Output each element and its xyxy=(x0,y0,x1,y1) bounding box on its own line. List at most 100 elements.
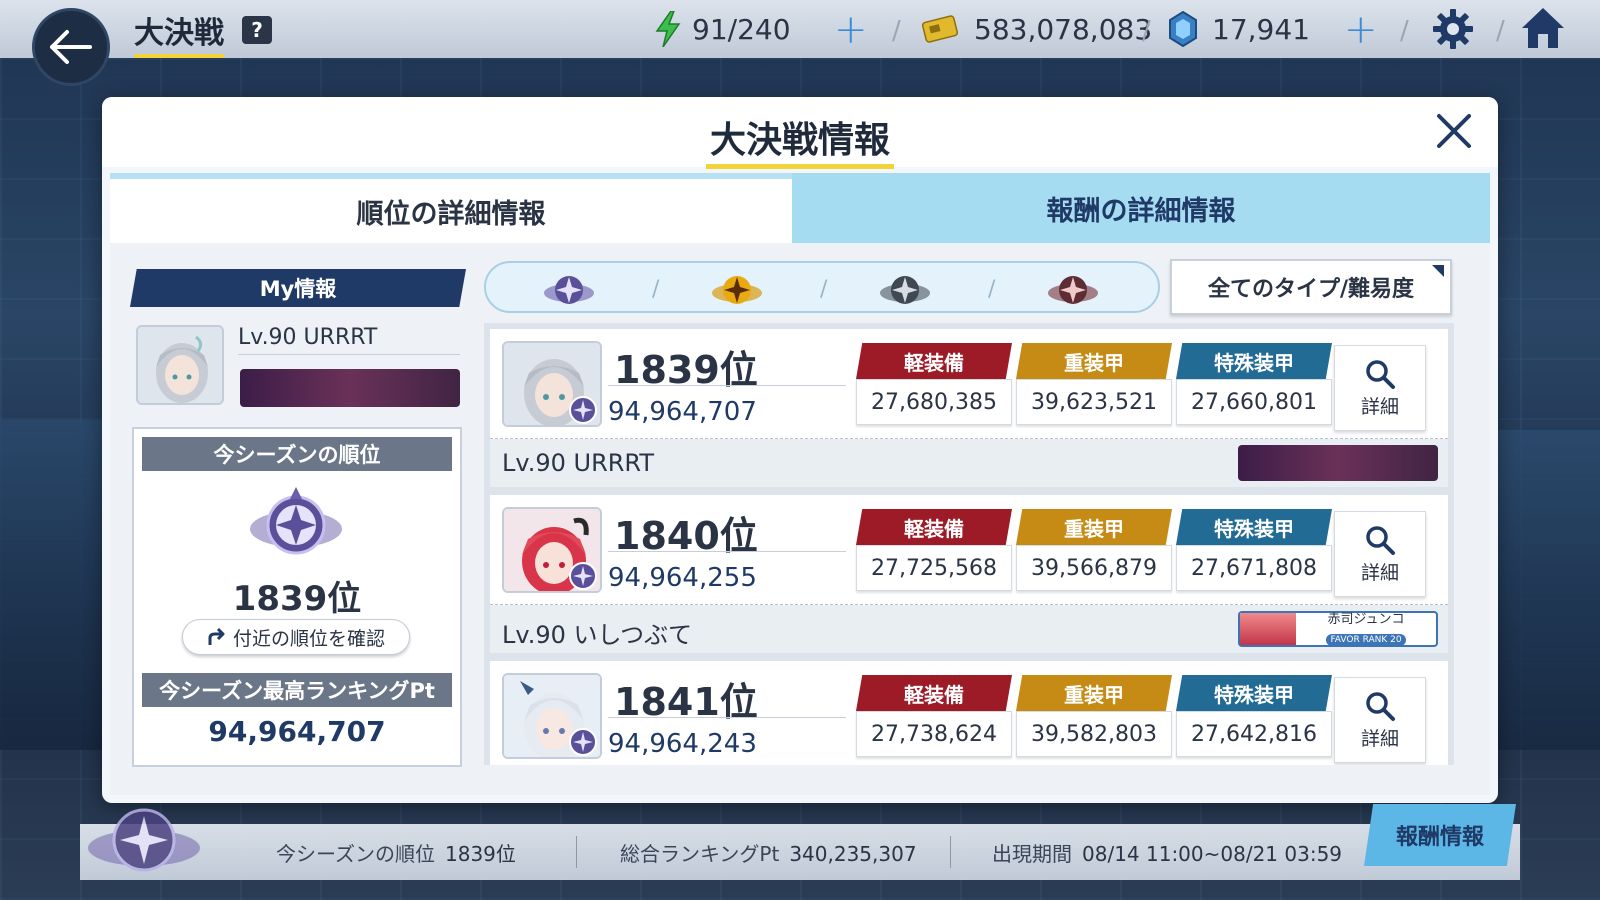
heavy-armor-score: 重装甲 39,582,803 xyxy=(1016,675,1172,757)
heavy-armor-tag: 重装甲 xyxy=(1016,343,1172,379)
ranking-row: 1841位 94,964,243 軽装備 27,738,624 重装甲 39,5… xyxy=(490,661,1448,765)
detail-button[interactable]: 詳細 xyxy=(1334,345,1426,431)
heavy-armor-value: 39,623,521 xyxy=(1016,379,1172,425)
rank-emblem-icon xyxy=(250,487,342,555)
ranking-card: 1839位 94,964,707 軽装備 27,680,385 重装甲 39,6… xyxy=(490,329,1448,439)
heavy-armor-value: 39,566,879 xyxy=(1016,545,1172,591)
heavy-armor-value: 39,582,803 xyxy=(1016,711,1172,757)
student-portrait-icon xyxy=(138,327,222,403)
dropdown-corner-icon xyxy=(1432,265,1444,277)
special-armor-score: 特殊装甲 27,642,816 xyxy=(1176,675,1332,757)
modal-tabs: 順位の詳細情報 報酬の詳細情報 xyxy=(110,173,1490,243)
heavy-armor-score: 重装甲 39,566,879 xyxy=(1016,509,1172,591)
home-button[interactable] xyxy=(1520,6,1566,54)
difficulty-filter-gray-icon[interactable] xyxy=(878,269,932,309)
ranking-player-name: Lv.90 URRRT xyxy=(502,449,655,477)
credits-resource: 583,078,083 xyxy=(922,12,1152,46)
back-button[interactable] xyxy=(32,8,110,86)
special-armor-value: 27,671,808 xyxy=(1176,545,1332,591)
divider xyxy=(608,717,846,718)
ranking-card: 1840位 94,964,255 軽装備 27,725,568 重装甲 39,5… xyxy=(490,495,1448,605)
ranking-list[interactable]: 1839位 94,964,707 軽装備 27,680,385 重装甲 39,6… xyxy=(484,323,1454,765)
detail-label: 詳細 xyxy=(1360,727,1399,750)
add-gems-button[interactable]: + xyxy=(1344,10,1378,50)
tab-rank-details[interactable]: 順位の詳細情報 xyxy=(110,173,792,243)
bottom-total-pt: 総合ランキングPt 340,235,307 xyxy=(620,842,917,866)
best-pt-label: 今シーズン最高ランキングPt xyxy=(142,673,452,707)
raid-info-modal: 大決戦情報 順位の詳細情報 報酬の詳細情報 My情報 Lv.90 URRRT 今… xyxy=(102,97,1498,803)
close-icon xyxy=(1437,114,1471,148)
best-pt-value: 94,964,707 xyxy=(208,715,386,748)
heavy-armor-score: 重装甲 39,623,521 xyxy=(1016,343,1172,425)
ranking-card: 1841位 94,964,243 軽装備 27,738,624 重装甲 39,5… xyxy=(490,661,1448,765)
light-armor-tag: 軽装備 xyxy=(856,675,1012,711)
divider: / xyxy=(988,277,996,302)
top-bar: 大決戦 ? 91/240 + / 583,078,083 / 17,941 + … xyxy=(0,0,1600,58)
favorite-student-info: 赤司ジュンコ FAVOR RANK 20 xyxy=(1296,612,1436,646)
ranking-row: 1840位 94,964,255 軽装備 27,725,568 重装甲 39,5… xyxy=(490,495,1448,655)
difficulty-filter-purple-icon[interactable] xyxy=(542,269,596,309)
light-armor-value: 27,738,624 xyxy=(856,711,1012,757)
divider: / xyxy=(1496,16,1505,46)
help-button[interactable]: ? xyxy=(242,16,272,44)
rank-emblem-icon xyxy=(569,728,597,756)
ranking-footer: Lv.90 いしつぶて 赤司ジュンコ FAVOR RANK 20 xyxy=(490,605,1448,653)
ranking-points: 94,964,243 xyxy=(608,729,757,759)
my-profile-banner xyxy=(240,369,460,407)
ranking-footer: Lv.90 URRRT xyxy=(490,439,1448,487)
gem-icon xyxy=(1169,11,1197,47)
magnifier-icon xyxy=(1366,691,1395,721)
favorite-student-avatar xyxy=(1240,613,1296,645)
my-avatar xyxy=(136,325,224,405)
favorite-student-name: 赤司ジュンコ xyxy=(1327,612,1405,627)
divider xyxy=(608,385,846,386)
detail-button[interactable]: 詳細 xyxy=(1334,511,1426,597)
light-armor-score: 軽装備 27,725,568 xyxy=(856,509,1012,591)
settings-button[interactable] xyxy=(1432,8,1474,54)
divider xyxy=(950,836,951,868)
bottom-status-bar: 今シーズンの順位 1839位 総合ランキングPt 340,235,307 出現期間 0… xyxy=(80,824,1520,880)
light-armor-score: 軽装備 27,680,385 xyxy=(856,343,1012,425)
profile-banner xyxy=(1238,445,1438,481)
divider: / xyxy=(1142,16,1151,46)
nearby-rank-button[interactable]: 付近の順位を確認 xyxy=(182,619,410,655)
heavy-armor-tag: 重装甲 xyxy=(1016,509,1172,545)
difficulty-filter-bar: / / / xyxy=(484,261,1160,313)
special-armor-tag: 特殊装甲 xyxy=(1176,675,1332,711)
ranking-points: 94,964,255 xyxy=(608,563,757,593)
difficulty-filter-red-icon[interactable] xyxy=(1046,269,1100,309)
my-player-name: Lv.90 URRRT xyxy=(238,325,460,355)
share-arrow-icon xyxy=(208,627,225,645)
divider xyxy=(608,551,846,552)
rank-emblem-icon xyxy=(569,396,597,424)
heavy-armor-tag: 重装甲 xyxy=(1016,675,1172,711)
home-icon xyxy=(1522,8,1564,48)
special-armor-score: 特殊装甲 27,671,808 xyxy=(1176,509,1332,591)
nearby-rank-label: 付近の順位を確認 xyxy=(232,627,385,650)
type-difficulty-select[interactable]: 全てのタイプ/難易度 xyxy=(1170,259,1452,315)
light-armor-score: 軽装備 27,738,624 xyxy=(856,675,1012,757)
modal-title: 大決戦情報 xyxy=(102,111,1498,169)
season-rank-value: 1839位 xyxy=(232,579,362,619)
special-armor-tag: 特殊装甲 xyxy=(1176,343,1332,379)
reward-info-button[interactable]: 報酬情報 xyxy=(1364,804,1516,866)
close-button[interactable] xyxy=(1434,111,1474,151)
rank-emblem-icon xyxy=(569,562,597,590)
gear-icon xyxy=(1433,9,1473,49)
background-console-left xyxy=(0,420,110,750)
bottom-season-rank: 今シーズンの順位 1839位 xyxy=(276,842,516,866)
divider: / xyxy=(652,277,660,302)
divider: / xyxy=(892,16,901,46)
detail-button[interactable]: 詳細 xyxy=(1334,677,1426,763)
gems-value: 17,941 xyxy=(1212,12,1310,46)
light-armor-tag: 軽装備 xyxy=(856,343,1012,379)
divider xyxy=(576,836,577,868)
difficulty-filter-gold-icon[interactable] xyxy=(710,269,764,309)
tab-reward-details[interactable]: 報酬の詳細情報 xyxy=(792,173,1490,243)
special-armor-value: 27,660,801 xyxy=(1176,379,1332,425)
light-armor-value: 27,680,385 xyxy=(856,379,1012,425)
gems-resource: 17,941 xyxy=(1168,11,1310,47)
lightning-icon xyxy=(655,11,681,47)
special-armor-score: 特殊装甲 27,660,801 xyxy=(1176,343,1332,425)
add-ap-button[interactable]: + xyxy=(834,10,868,50)
